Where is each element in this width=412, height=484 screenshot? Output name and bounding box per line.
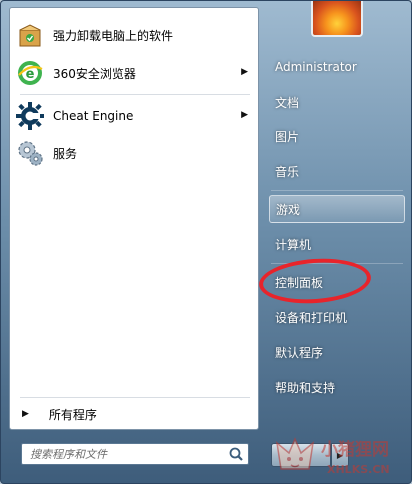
program-label: 强力卸载电脑上的软件 bbox=[53, 28, 174, 43]
right-item-devices-printers[interactable]: 设备和打印机 bbox=[269, 303, 405, 331]
right-item-label: 图片 bbox=[275, 129, 300, 144]
program-label: 360安全浏览器 bbox=[53, 66, 136, 81]
search-icon[interactable] bbox=[228, 446, 244, 465]
divider bbox=[20, 94, 250, 95]
divider bbox=[20, 397, 250, 398]
user-avatar[interactable] bbox=[311, 1, 363, 37]
services-gears-icon bbox=[14, 137, 46, 169]
search-area bbox=[9, 433, 259, 477]
right-item-games[interactable]: 游戏 bbox=[269, 195, 405, 223]
right-item-label: 计算机 bbox=[275, 237, 312, 252]
right-item-label: Administrator bbox=[275, 60, 357, 74]
watermark-subtext: XHLKS.CN bbox=[327, 463, 390, 476]
right-item-administrator[interactable]: Administrator bbox=[269, 53, 405, 81]
right-item-help-support[interactable]: 帮助和支持 bbox=[269, 373, 405, 401]
uninstall-box-icon bbox=[14, 19, 46, 51]
all-programs-label: 所有程序 bbox=[48, 407, 97, 422]
watermark-logo: 小猪狸网 XHLKS.CN bbox=[273, 429, 411, 483]
search-box[interactable] bbox=[21, 443, 249, 465]
divider bbox=[271, 190, 403, 191]
start-menu: 强力卸载电脑上的软件 e 360安全浏览器 ▶ Cheat Engine ▶ 服… bbox=[0, 0, 412, 484]
places-pane: Administrator 文档 图片 音乐 游戏 计算机 控制面板 设备和打印… bbox=[263, 1, 411, 483]
all-programs-button[interactable]: ▶ 所有程序 bbox=[10, 404, 258, 424]
right-item-label: 设备和打印机 bbox=[275, 310, 348, 325]
right-item-label: 帮助和支持 bbox=[275, 380, 336, 395]
submenu-arrow-icon[interactable]: ▶ bbox=[241, 110, 248, 120]
right-item-label: 游戏 bbox=[276, 202, 301, 217]
right-item-computer[interactable]: 计算机 bbox=[269, 230, 405, 258]
right-item-label: 文档 bbox=[275, 95, 300, 110]
right-item-label: 音乐 bbox=[275, 164, 300, 179]
program-label: 服务 bbox=[53, 146, 78, 161]
program-label: Cheat Engine bbox=[53, 109, 134, 123]
right-item-label: 默认程序 bbox=[275, 345, 324, 360]
right-item-music[interactable]: 音乐 bbox=[269, 157, 405, 185]
triangle-right-icon: ▶ bbox=[22, 409, 29, 419]
program-360-browser[interactable]: e 360安全浏览器 ▶ bbox=[14, 56, 254, 90]
right-item-pictures[interactable]: 图片 bbox=[269, 122, 405, 150]
right-item-documents[interactable]: 文档 bbox=[269, 88, 405, 116]
fox-icon bbox=[275, 437, 315, 470]
programs-pane: 强力卸载电脑上的软件 e 360安全浏览器 ▶ Cheat Engine ▶ 服… bbox=[9, 7, 259, 430]
search-input[interactable] bbox=[28, 446, 222, 462]
right-item-default-programs[interactable]: 默认程序 bbox=[269, 338, 405, 366]
submenu-arrow-icon[interactable]: ▶ bbox=[241, 67, 248, 77]
program-cheat-engine[interactable]: Cheat Engine ▶ bbox=[14, 99, 254, 133]
watermark-text: 小猪狸网 bbox=[321, 439, 389, 460]
browser-360-icon: e bbox=[14, 57, 46, 89]
program-uninstall[interactable]: 强力卸载电脑上的软件 bbox=[14, 18, 254, 52]
program-services[interactable]: 服务 bbox=[14, 136, 254, 170]
gear-icon bbox=[14, 100, 46, 132]
